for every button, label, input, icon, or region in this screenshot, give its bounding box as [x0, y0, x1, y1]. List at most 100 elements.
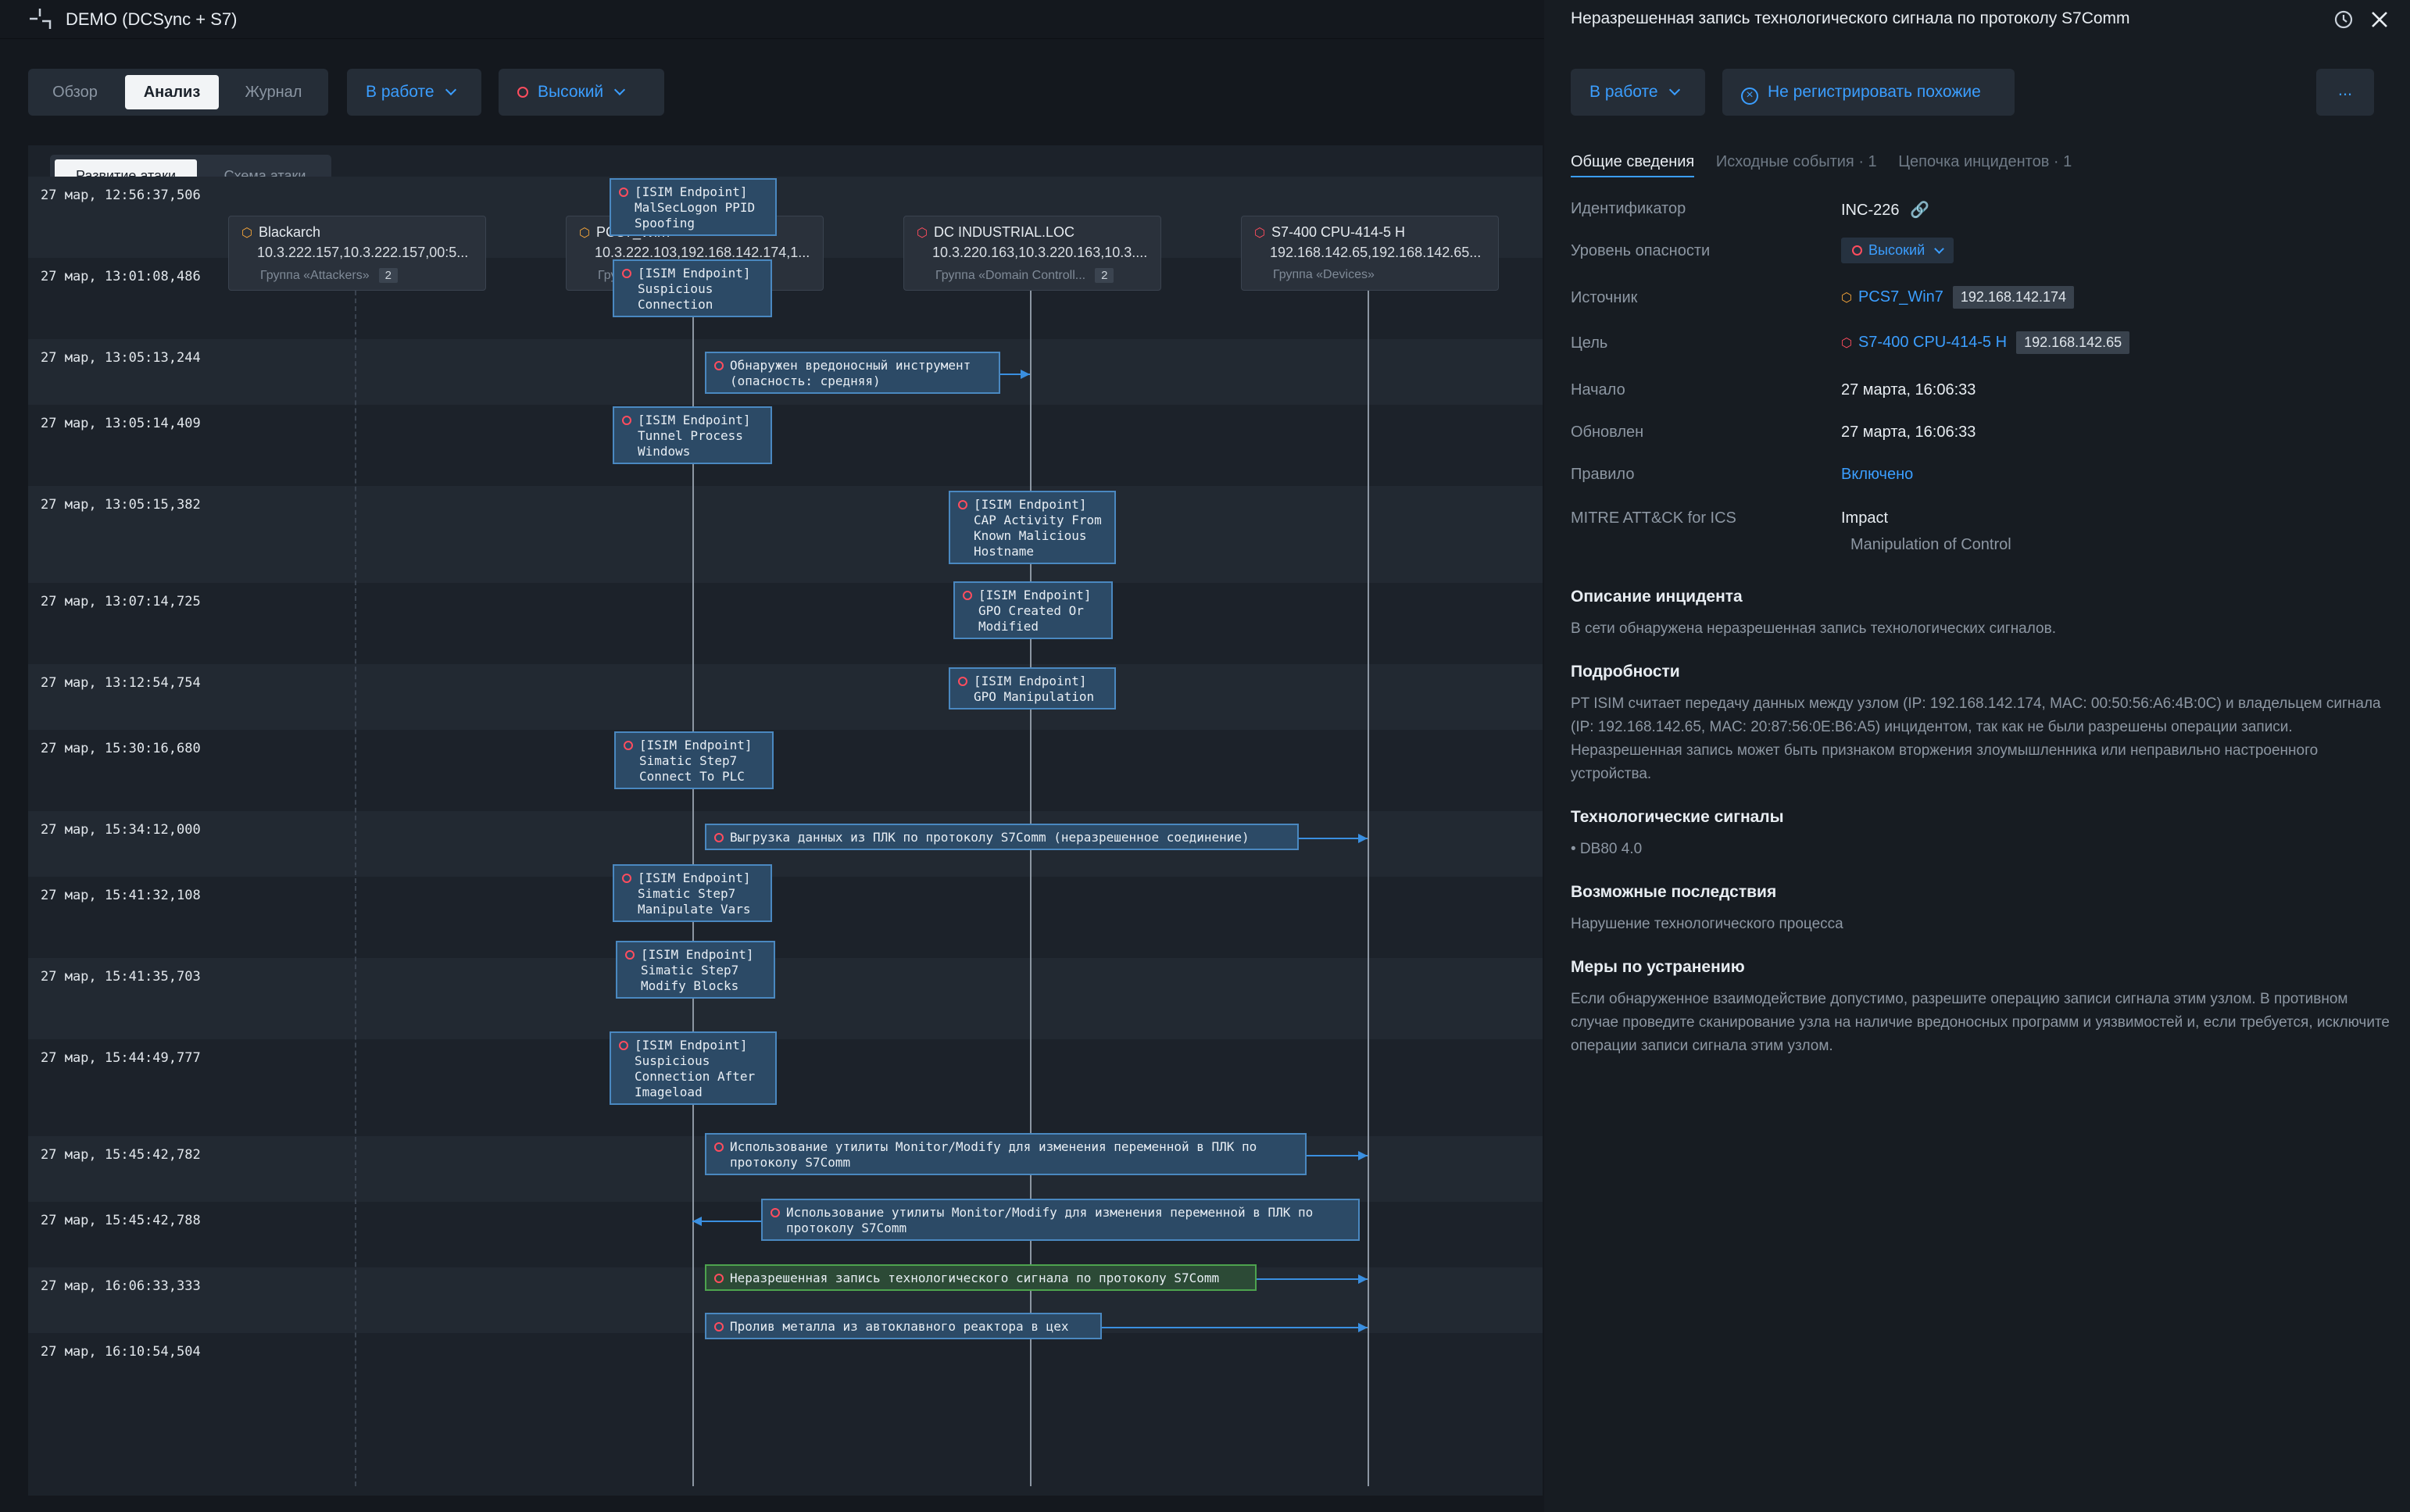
event-card[interactable]: [ISIM Endpoint] Simatic Step7 Connect To… — [614, 731, 774, 789]
prop-source-label: Источник — [1571, 289, 1638, 306]
node-ips: 10.3.220.163,10.3.220.163,10.3.... — [932, 245, 1148, 260]
panel-title: Неразрешенная запись технологического си… — [1571, 9, 2130, 27]
event-card[interactable]: [ISIM Endpoint] Simatic Step7 Modify Blo… — [616, 941, 775, 999]
tab-journal[interactable]: Журнал — [225, 75, 322, 109]
timeline-row — [28, 405, 1543, 486]
event-text: Выгрузка данных из ПЛК по протоколу S7Co… — [730, 830, 1250, 845]
event-text: [ISIM Endpoint] Suspicious Connection — [638, 266, 751, 312]
event-text: [ISIM Endpoint] Simatic Step7 Connect To… — [639, 738, 753, 784]
node-blackarch[interactable]: ⬡ Blackarch 10.3.222.157,10.3.222.157,00:… — [228, 216, 486, 291]
severity-chip[interactable]: Высокий — [1841, 238, 1954, 263]
event-card[interactable]: [ISIM Endpoint] Suspicious Connection — [613, 259, 772, 317]
close-icon[interactable] — [2368, 8, 2391, 31]
prop-start-label: Начало — [1571, 381, 1625, 399]
severity-icon — [714, 1142, 724, 1152]
severity-icon — [963, 591, 972, 600]
event-card[interactable]: Использование утилиты Monitor/Modify для… — [705, 1133, 1307, 1175]
panel-status-dropdown[interactable]: В работе — [1571, 69, 1705, 116]
severity-dropdown[interactable]: Высокий — [499, 69, 664, 116]
event-text: [ISIM Endpoint] Simatic Step7 Modify Blo… — [641, 947, 754, 993]
event-card[interactable]: [ISIM Endpoint] CAP Activity From Known … — [949, 491, 1116, 564]
event-text: [ISIM Endpoint] Tunnel Process Windows — [638, 413, 751, 459]
event-time: 27 мар, 13:01:08,486 — [41, 269, 201, 284]
target-link[interactable]: S7-400 CPU-414-5 H — [1858, 334, 2007, 351]
severity-icon — [622, 269, 631, 278]
shield-icon: ⬡ — [1841, 291, 1852, 305]
event-card[interactable]: Обнаружен вредоносный инструмент (опасно… — [705, 352, 1000, 394]
event-card[interactable]: [ISIM Endpoint] Tunnel Process Windows — [613, 406, 772, 464]
severity-icon — [714, 1274, 724, 1283]
more-actions-button[interactable]: ... — [2316, 69, 2374, 116]
status-dropdown-label: В работе — [366, 83, 434, 101]
lifeline-blackarch — [355, 291, 356, 1486]
prop-source-value: ⬡ PCS7_Win7 192.168.142.174 — [1841, 286, 2075, 309]
event-text: [ISIM Endpoint] Simatic Step7 Manipulate… — [638, 870, 751, 917]
severity-icon — [958, 500, 967, 509]
node-name: Blackarch — [258, 224, 320, 240]
prop-severity-value[interactable]: Высокий — [1841, 238, 1954, 263]
details-text: PT ISIM считает передачу данных между уз… — [1571, 695, 2381, 782]
desc-title: Описание инцидента — [1571, 588, 1743, 606]
node-name: DC INDUSTRIAL.LOC — [933, 224, 1074, 240]
prop-mitre-tactic: Impact — [1841, 509, 1889, 527]
event-card[interactable]: Пролив металла из автоклавного реактора … — [705, 1313, 1102, 1339]
event-text: Использование утилиты Monitor/Modify для… — [786, 1205, 1314, 1235]
timeline-row — [28, 730, 1543, 811]
timeline-row — [28, 877, 1543, 958]
source-link[interactable]: PCS7_Win7 — [1858, 288, 1943, 306]
attack-timeline-canvas[interactable]: Развитие атаки Схема атаки ⬡ Blackarch 10… — [28, 145, 1543, 1496]
tab-general-info[interactable]: Общие сведения — [1571, 153, 1695, 177]
arrow-head-icon — [1358, 834, 1368, 843]
chevron-down-icon — [445, 84, 456, 96]
timeline-row — [28, 486, 1543, 583]
cancel-circle-icon: × — [1741, 88, 1758, 105]
node-ips: 10.3.222.157,10.3.222.157,00:5... — [257, 245, 469, 260]
remed-title: Меры по устранению — [1571, 958, 1745, 976]
arrow-head-icon — [1358, 1274, 1368, 1284]
severity-icon — [619, 188, 628, 197]
node-dc-industrial[interactable]: ⬡ DC INDUSTRIAL.LOC 10.3.220.163,10.3.220… — [903, 216, 1161, 291]
tab-overview[interactable]: Обзор — [34, 75, 116, 109]
tab-analysis[interactable]: Анализ — [125, 75, 219, 109]
ignore-similar-button[interactable]: × Не регистрировать похожие — [1722, 69, 2015, 116]
node-ips: 192.168.142.65,192.168.142.65... — [1270, 245, 1482, 260]
flow-arrow — [1102, 1327, 1368, 1328]
tab-count: · 1 — [1858, 153, 1877, 170]
node-group: Группа «Devices» — [1273, 268, 1375, 281]
lifeline-s7 — [1368, 291, 1369, 1486]
timeline-row — [28, 664, 1543, 730]
prop-rule-value[interactable]: Включено — [1841, 466, 1913, 484]
link-icon[interactable]: 🔗 — [1910, 202, 1929, 219]
event-card[interactable]: [ISIM Endpoint] GPO Created Or Modified — [953, 581, 1113, 639]
event-card[interactable]: Неразрешенная запись технологического си… — [705, 1264, 1257, 1291]
event-text: [ISIM Endpoint] GPO Created Or Modified — [978, 588, 1092, 634]
event-card[interactable]: Выгрузка данных из ПЛК по протоколу S7Co… — [705, 824, 1299, 850]
severity-icon — [714, 1322, 724, 1331]
status-dropdown[interactable]: В работе — [347, 69, 481, 116]
prop-target-label: Цель — [1571, 334, 1608, 352]
prop-id-value: INC-226 🔗 — [1841, 200, 1929, 220]
event-card[interactable]: [ISIM Endpoint] Simatic Step7 Manipulate… — [613, 864, 772, 922]
node-group: Группа «Domain Controll... — [935, 269, 1086, 282]
flow-arrow — [1257, 1278, 1368, 1280]
event-time: 27 мар, 13:05:13,244 — [41, 350, 201, 366]
desc-text: В сети обнаружена неразрешенная запись т… — [1571, 620, 2056, 637]
history-icon[interactable] — [2332, 8, 2355, 31]
node-s7-400[interactable]: ⬡ S7-400 CPU-414-5 H 192.168.142.65,192.1… — [1241, 216, 1499, 291]
timeline-row — [28, 1039, 1543, 1136]
event-card[interactable]: Использование утилиты Monitor/Modify для… — [761, 1199, 1360, 1241]
event-card[interactable]: [ISIM Endpoint] Suspicious Connection Af… — [610, 1031, 777, 1105]
incident-id: INC-226 — [1841, 202, 1900, 219]
arrow-head-icon — [1021, 370, 1030, 379]
tab-source-events[interactable]: Исходные события · 1 — [1716, 153, 1877, 171]
arrow-head-icon — [1358, 1151, 1368, 1160]
event-card[interactable]: [ISIM Endpoint] MalSecLogon PPID Spoofin… — [610, 178, 777, 236]
severity-icon — [517, 87, 528, 98]
flow-arrow — [692, 1221, 761, 1222]
severity-icon — [714, 361, 724, 370]
shield-icon: ⬡ — [917, 227, 928, 240]
event-time: 27 мар, 15:45:42,788 — [41, 1213, 201, 1228]
event-time: 27 мар, 15:44:49,777 — [41, 1050, 201, 1066]
event-card[interactable]: [ISIM Endpoint] GPO Manipulation — [949, 667, 1116, 710]
tab-incident-chain[interactable]: Цепочка инцидентов · 1 — [1898, 153, 2072, 171]
